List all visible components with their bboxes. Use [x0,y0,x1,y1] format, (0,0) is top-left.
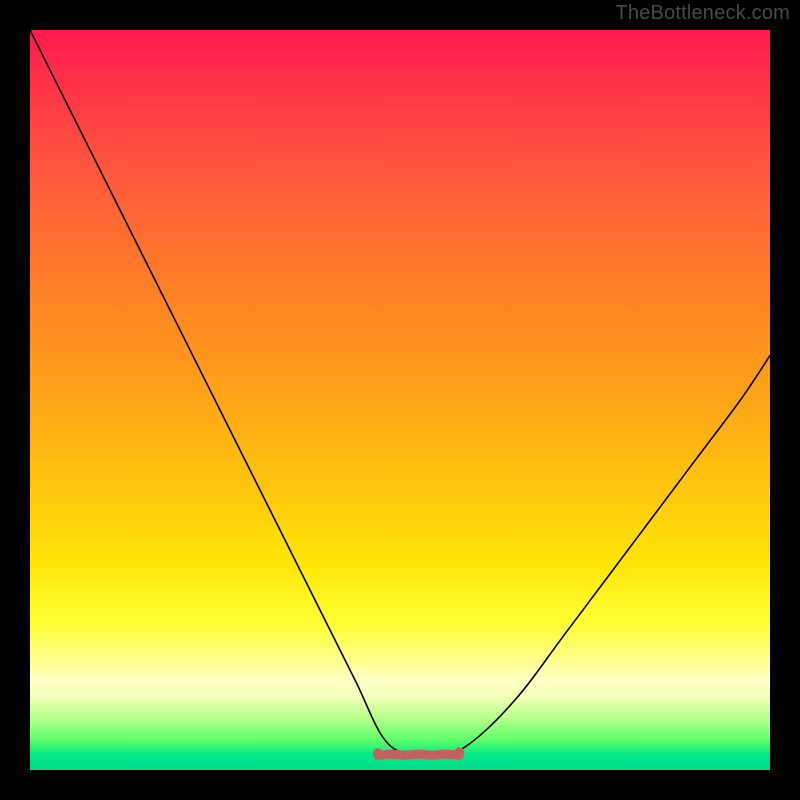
watermark-text: TheBottleneck.com [615,2,790,25]
bottleneck-curve [30,30,770,757]
plot-area [30,30,770,770]
valley-dot-right [454,747,464,757]
valley-marker [378,754,459,755]
valley-dot-left [373,748,383,758]
curve-layer [30,30,770,770]
chart-frame: TheBottleneck.com [0,0,800,800]
